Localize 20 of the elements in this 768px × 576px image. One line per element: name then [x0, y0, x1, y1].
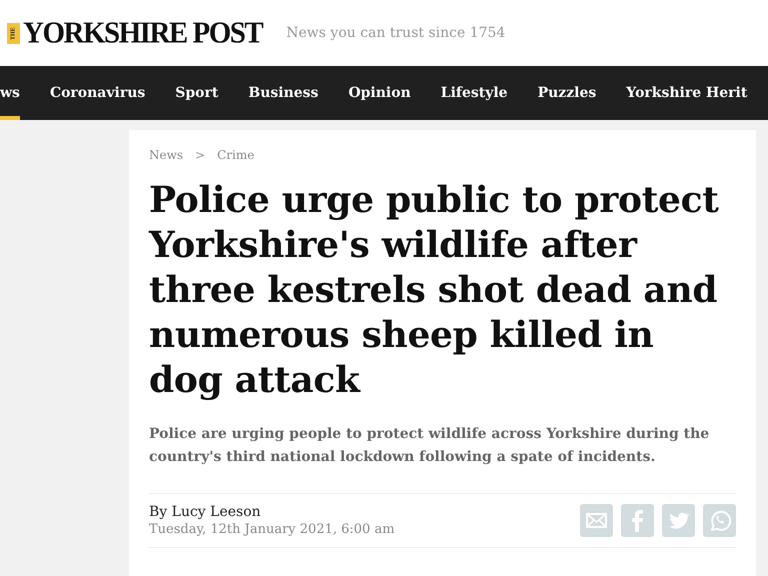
nav-link[interactable]: Lifestyle — [440, 66, 508, 120]
article-headline: Police urge public to protect Yorkshire's wildlife after three kestrels shot dead and numerous sheep killed in dog attack — [149, 178, 720, 403]
article-byline: By Lucy Leeson — [149, 504, 262, 520]
nav-link[interactable]: Puzzles — [538, 66, 596, 120]
site-tagline: News you can trust since 1754 — [286, 25, 506, 41]
facebook-share-icon[interactable] — [621, 504, 654, 537]
breadcrumb-link[interactable]: News — [149, 148, 184, 162]
breadcrumb-link[interactable]: Crime — [217, 148, 254, 162]
article-date: Tuesday, 12th January 2021, 6:00 am — [149, 522, 395, 537]
email-share-icon[interactable] — [580, 504, 613, 537]
nav-link[interactable]: Coronavirus — [50, 66, 146, 120]
whatsapp-share-icon[interactable] — [703, 504, 736, 537]
twitter-share-icon[interactable] — [662, 504, 695, 537]
nav-link[interactable]: Business — [248, 66, 318, 120]
nav-link[interactable]: Yorkshire Herit — [626, 66, 748, 120]
nav-link[interactable]: Sport — [175, 66, 218, 120]
article-standfirst: Police are urging people to protect wildlife across Yorkshire during the country's third national lockdown following a spate of incidents. — [149, 425, 710, 467]
breadcrumb-separator: > — [195, 148, 206, 162]
nav-link[interactable]: ws — [0, 66, 20, 120]
nav-link[interactable]: Opinion — [348, 66, 411, 120]
